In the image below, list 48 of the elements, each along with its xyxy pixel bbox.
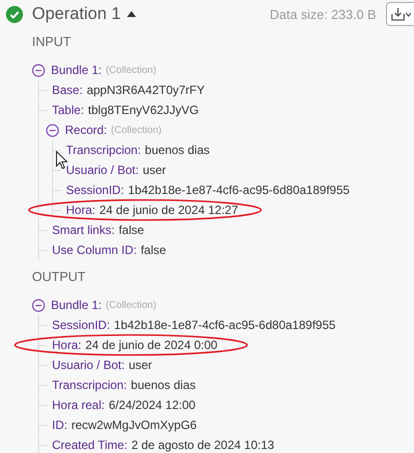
field-key: ID: xyxy=(52,418,68,432)
field-value: buenos dias xyxy=(130,378,196,392)
field-key: Hora real: xyxy=(52,398,105,412)
collapse-icon[interactable] xyxy=(32,298,45,312)
field-key: Usuario / Bot: xyxy=(52,358,125,372)
caret-icon[interactable] xyxy=(126,11,136,17)
field-key: Hora: xyxy=(52,338,82,352)
field-value: false xyxy=(140,243,166,257)
field-value: recw2wMgJvOmXypG6 xyxy=(71,418,197,432)
type-note: (Collection) xyxy=(106,300,156,310)
field-value: user xyxy=(142,163,166,177)
field-value: appN3R6A42T0y7rFY xyxy=(86,83,205,97)
field-key: Base: xyxy=(52,83,83,97)
collapse-icon[interactable] xyxy=(32,64,45,76)
field-key: Usuario / Bot: xyxy=(66,163,139,177)
success-check-icon xyxy=(6,6,23,22)
download-icon xyxy=(391,7,411,21)
operation-title[interactable]: Operation 1 xyxy=(32,4,121,24)
type-note: (Collection) xyxy=(111,124,162,136)
collapse-icon[interactable] xyxy=(46,124,59,136)
mouse-cursor-icon xyxy=(56,151,68,170)
type-note: (Collection) xyxy=(106,64,156,76)
field-key: Record: xyxy=(65,123,108,137)
field-value: tblg8TEnyV62JJyVG xyxy=(88,103,199,117)
field-key: Use Column ID: xyxy=(52,243,137,257)
section-heading: INPUT xyxy=(31,33,72,51)
field-value: 1b42b18e-1e87-4cf6-ac95-6d80a189f955 xyxy=(128,183,350,197)
field-key: Transcripcion: xyxy=(66,143,141,157)
field-value: 2 de agosto de 2024 10:13 xyxy=(131,438,274,452)
field-value: 24 de junio de 2024 0:00 xyxy=(85,338,218,352)
field-key: SessionID: xyxy=(66,183,124,197)
download-button[interactable] xyxy=(386,2,414,26)
data-size: Data size: 233.0 B xyxy=(270,6,376,22)
field-value: buenos dias xyxy=(144,143,210,157)
field-key: Table: xyxy=(52,103,84,117)
field-value: user xyxy=(128,358,152,372)
field-value: 24 de junio de 2024 12:27 xyxy=(99,203,238,217)
section-heading: OUTPUT xyxy=(31,268,86,286)
field-key: Transcripcion: xyxy=(52,378,127,392)
field-key: SessionID: xyxy=(52,318,110,332)
field-value: 1b42b18e-1e87-4cf6-ac95-6d80a189f955 xyxy=(114,318,336,332)
bundle-label: Bundle 1: xyxy=(51,298,102,312)
field-key: Hora: xyxy=(66,203,96,217)
field-key: Smart links: xyxy=(52,223,115,237)
field-value: false xyxy=(118,223,144,237)
field-key: Created Time: xyxy=(52,438,128,452)
bundle-label: Bundle 1: xyxy=(51,63,102,77)
field-value: 6/24/2024 12:00 xyxy=(108,398,196,412)
